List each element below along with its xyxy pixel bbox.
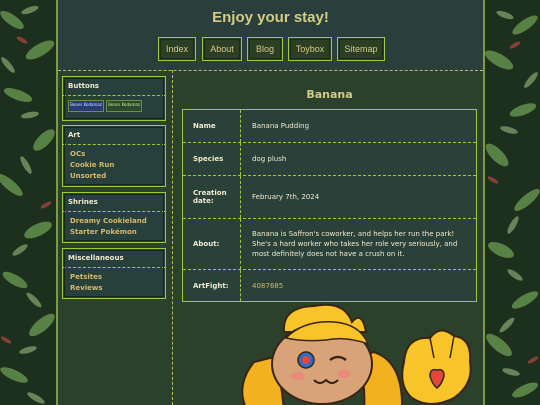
info-row-species: Species dog plush	[183, 143, 476, 176]
site-badge-2[interactable]: Beans Kodamaz	[106, 100, 142, 112]
sidebar-item-cookie-run[interactable]: Cookie Run	[70, 160, 165, 171]
info-table: Name Banana Pudding Species dog plush Cr…	[182, 109, 477, 302]
info-row-artfight: ArtFight: 4087685	[183, 270, 476, 301]
buttons-box: Buttons Beans Kodamaz Beans Kodamaz	[62, 76, 166, 121]
info-label: Creation date:	[183, 176, 241, 218]
art-list: OCs Cookie Run Unsorted	[63, 145, 165, 182]
page-title: Banana	[306, 88, 353, 101]
info-value: dog plush	[252, 155, 287, 163]
info-value: February 7th, 2024	[252, 193, 320, 201]
sidebar-item-unsorted[interactable]: Unsorted	[70, 171, 165, 182]
buttons-heading: Buttons	[63, 77, 165, 96]
art-box: Art OCs Cookie Run Unsorted	[62, 125, 166, 187]
sidebar-item-reviews[interactable]: Reviews	[70, 283, 165, 294]
nav-about-button[interactable]: About	[202, 37, 242, 61]
sidebar-item-dreamy-cookieland[interactable]: Dreamy Cookieland	[70, 216, 165, 227]
misc-box: Miscellaneous Petsites Reviews	[62, 248, 166, 299]
nav-bar: Index About Blog Toybox Sitemap	[58, 37, 483, 61]
info-row-creation-date: Creation date: February 7th, 2024	[183, 176, 476, 219]
sidebar-item-ocs[interactable]: OCs	[70, 149, 165, 160]
info-label: Name	[183, 110, 241, 142]
info-label: ArtFight:	[183, 270, 241, 301]
info-value: Banana Pudding	[252, 122, 310, 130]
shrines-list: Dreamy Cookieland Starter Pokémon	[63, 212, 165, 238]
shrines-heading: Shrines	[63, 193, 165, 212]
badge-row: Beans Kodamaz Beans Kodamaz	[63, 96, 165, 116]
info-label: Species	[183, 143, 241, 175]
main-content: Banana Name Banana Pudding Species dog p…	[174, 70, 483, 405]
banana-dog-plush-illustration	[234, 302, 474, 405]
site-badge-1[interactable]: Beans Kodamaz	[68, 100, 104, 112]
page-container: Enjoy your stay! Index About Blog Toybox…	[56, 0, 485, 405]
nav-toybox-button[interactable]: Toybox	[288, 37, 332, 61]
art-heading: Art	[63, 126, 165, 145]
jungle-leaves-right	[485, 0, 540, 405]
sidebar-item-petsites[interactable]: Petsites	[70, 272, 165, 283]
misc-heading: Miscellaneous	[63, 249, 165, 268]
info-label: About:	[183, 219, 241, 269]
info-row-about: About: Banana is Saffron's coworker, and…	[183, 219, 476, 270]
nav-blog-button[interactable]: Blog	[247, 37, 283, 61]
info-value: Banana is Saffron's coworker, and helps …	[252, 230, 458, 258]
shrines-box: Shrines Dreamy Cookieland Starter Pokémo…	[62, 192, 166, 243]
sidebar-item-starter-pokemon[interactable]: Starter Pokémon	[70, 227, 165, 238]
jungle-leaves-left	[0, 0, 56, 405]
column-divider	[172, 70, 173, 405]
site-header: Enjoy your stay! Index About Blog Toybox…	[58, 0, 483, 71]
info-row-name: Name Banana Pudding	[183, 110, 476, 143]
site-title: Enjoy your stay!	[212, 9, 329, 26]
nav-index-button[interactable]: Index	[158, 37, 196, 61]
nav-sitemap-button[interactable]: Sitemap	[337, 37, 385, 61]
misc-list: Petsites Reviews	[63, 268, 165, 294]
artfight-link[interactable]: 4087685	[252, 270, 470, 301]
